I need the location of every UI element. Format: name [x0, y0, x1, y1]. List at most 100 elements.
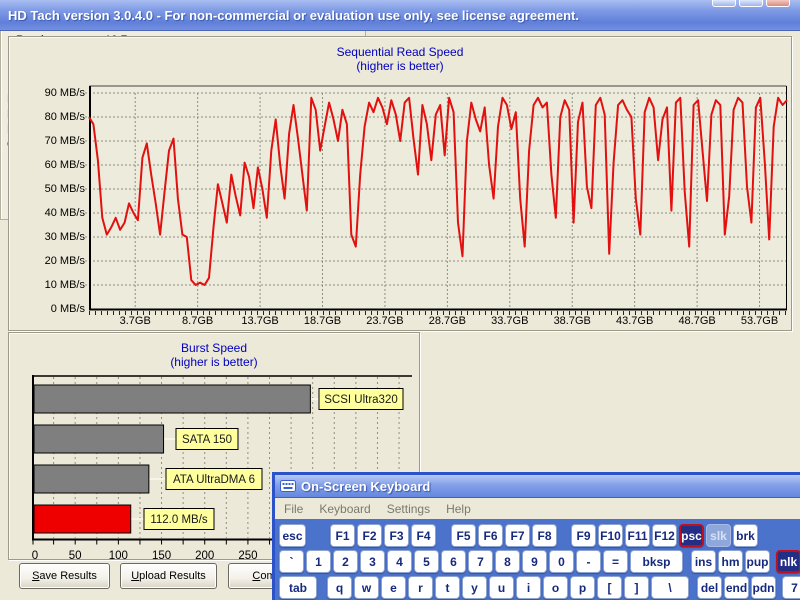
burst-bar-3 [34, 505, 131, 533]
x-axis-label: 8.7GB [175, 315, 221, 327]
x-axis-label: 43.7GB [612, 315, 658, 327]
read-chart-svg [89, 86, 787, 311]
osk-key-q[interactable]: q [327, 576, 352, 599]
upload-results-button[interactable]: Upload Results [120, 563, 217, 589]
osk-key-6[interactable]: 6 [441, 550, 466, 573]
osk-key-1[interactable]: 1 [306, 550, 331, 573]
burst-x-tick-label: 150 [152, 550, 171, 562]
osk-key-ins[interactable]: ins [691, 550, 716, 573]
burst-bar-label-0: SCSI Ultra320 [324, 394, 398, 406]
osk-key-4[interactable]: 4 [387, 550, 412, 573]
osk-key-5[interactable]: 5 [414, 550, 439, 573]
osk-key-0[interactable]: 0 [549, 550, 574, 573]
read-chart-title-line2: (higher is better) [9, 59, 791, 73]
osk-key-del[interactable]: del [697, 576, 722, 599]
osk-key-9[interactable]: 9 [522, 550, 547, 573]
osk-key-brk[interactable]: brk [733, 524, 758, 547]
burst-bar-2 [34, 465, 149, 493]
osk-key-pup[interactable]: pup [745, 550, 770, 573]
osk-key-esc[interactable]: esc [279, 524, 306, 547]
osk-key-F9[interactable]: F9 [571, 524, 596, 547]
osk-key-psc[interactable]: psc [679, 524, 704, 547]
osk-key-F12[interactable]: F12 [652, 524, 677, 547]
osk-key-end[interactable]: end [724, 576, 749, 599]
osk-key-sym[interactable]: = [603, 550, 628, 573]
minimize-button[interactable] [712, 0, 736, 7]
osk-key-F5[interactable]: F5 [451, 524, 476, 547]
read-chart-title: Sequential Read Speed (higher is better) [9, 45, 791, 73]
burst-bar-0 [34, 385, 310, 413]
osk-key-F11[interactable]: F11 [625, 524, 650, 547]
osk-key-sym[interactable]: [ [597, 576, 622, 599]
osk-key-hm[interactable]: hm [718, 550, 743, 573]
burst-bar-label-3: 112.0 MB/s [150, 514, 208, 526]
osk-menu-help[interactable]: Help [446, 502, 471, 516]
osk-key-u[interactable]: u [489, 576, 514, 599]
osk-key-F1[interactable]: F1 [330, 524, 355, 547]
y-axis-label: 70 MB/s [25, 135, 85, 147]
osk-key-3[interactable]: 3 [360, 550, 385, 573]
burst-x-tick-label: 200 [195, 550, 214, 562]
osk-key-8[interactable]: 8 [495, 550, 520, 573]
osk-key-r[interactable]: r [408, 576, 433, 599]
osk-key-7[interactable]: 7 [468, 550, 493, 573]
osk-key-F3[interactable]: F3 [384, 524, 409, 547]
burst-bar-label-2: ATA UltraDMA 6 [173, 474, 255, 486]
burst-chart-title-line2: (higher is better) [9, 355, 419, 369]
read-chart-title-line1: Sequential Read Speed [9, 45, 791, 59]
osk-key-e[interactable]: e [381, 576, 406, 599]
osk-key-nlk[interactable]: nlk [776, 550, 800, 573]
y-axis-label: 0 MB/s [25, 303, 85, 315]
y-axis-label: 20 MB/s [25, 255, 85, 267]
osk-menu-keyboard[interactable]: Keyboard [319, 502, 370, 516]
osk-key-w[interactable]: w [354, 576, 379, 599]
osk-key-area: esc F1F2F3F4 F5F6F7F8 F9F10F11F12pscslkbrk `… [275, 519, 800, 599]
osk-key-F10[interactable]: F10 [598, 524, 623, 547]
window-titlebar[interactable]: HD Tach version 3.0.4.0 - For non-commer… [0, 0, 800, 31]
sequential-read-panel: Sequential Read Speed (higher is better)… [8, 36, 792, 331]
osk-key-F6[interactable]: F6 [478, 524, 503, 547]
x-axis-label: 13.7GB [237, 315, 283, 327]
osk-key-F2[interactable]: F2 [357, 524, 382, 547]
osk-key-7[interactable]: 7 [782, 576, 800, 599]
osk-key-p[interactable]: p [570, 576, 595, 599]
osk-key-bksp[interactable]: bksp [630, 550, 683, 573]
burst-chart-title: Burst Speed (higher is better) [9, 341, 419, 369]
maximize-button[interactable] [739, 0, 763, 7]
x-axis-label: 3.7GB [112, 315, 158, 327]
osk-key-i[interactable]: i [516, 576, 541, 599]
osk-key-row-1: `1234567890-=bkspinshmpupnlk [279, 550, 800, 573]
x-axis-label: 38.7GB [549, 315, 595, 327]
save-results-button[interactable]: Save Results [19, 563, 110, 589]
close-button[interactable] [766, 0, 790, 7]
read-chart-plot [89, 86, 787, 311]
osk-key-F7[interactable]: F7 [505, 524, 530, 547]
osk-key-sym[interactable]: ] [624, 576, 649, 599]
osk-key-F8[interactable]: F8 [532, 524, 557, 547]
x-axis-label: 48.7GB [674, 315, 720, 327]
osk-key-2[interactable]: 2 [333, 550, 358, 573]
osk-menu-file[interactable]: File [284, 502, 303, 516]
y-axis-label: 10 MB/s [25, 279, 85, 291]
y-axis-label: 80 MB/s [25, 111, 85, 123]
osk-key-F4[interactable]: F4 [411, 524, 436, 547]
y-axis-label: 90 MB/s [25, 87, 85, 99]
osk-key-sym[interactable]: ` [279, 550, 304, 573]
osk-key-sym[interactable]: \ [651, 576, 689, 599]
osk-key-y[interactable]: y [462, 576, 487, 599]
osk-key-o[interactable]: o [543, 576, 568, 599]
osk-key-slk[interactable]: slk [706, 524, 731, 547]
y-axis-label: 30 MB/s [25, 231, 85, 243]
burst-x-tick-label: 50 [69, 550, 82, 562]
osk-key-t[interactable]: t [435, 576, 460, 599]
osk-key-sym[interactable]: - [576, 550, 601, 573]
osk-menubar: File Keyboard Settings Help [275, 498, 800, 519]
osk-key-pdn[interactable]: pdn [751, 576, 776, 599]
osk-menu-settings[interactable]: Settings [387, 502, 430, 516]
y-axis-label: 40 MB/s [25, 207, 85, 219]
y-axis-label: 50 MB/s [25, 183, 85, 195]
osk-key-tab[interactable]: tab [279, 576, 317, 599]
x-axis-label: 28.7GB [424, 315, 470, 327]
window-controls [712, 0, 790, 7]
osk-titlebar[interactable]: On-Screen Keyboard [275, 475, 800, 498]
